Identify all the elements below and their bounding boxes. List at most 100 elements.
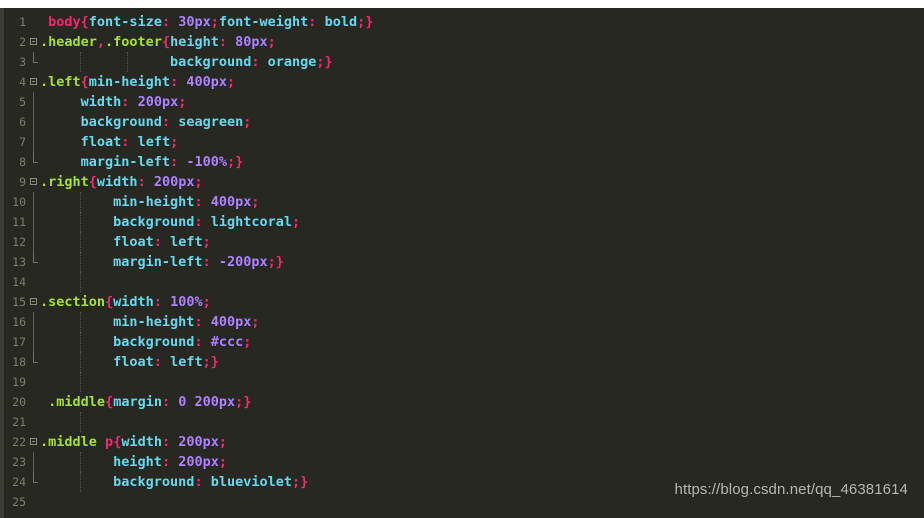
code-line[interactable]: 1 body{font-size: 30px;font-weight: bold… <box>0 12 924 32</box>
code-line-text: min-height: 400px; <box>40 312 259 332</box>
token-num: #ccc <box>210 334 244 350</box>
code-line[interactable]: 6 background: seagreen; <box>0 112 924 132</box>
code-line[interactable]: 17 background: #ccc; <box>0 332 924 352</box>
line-number: 4 <box>19 75 26 89</box>
token-prop: background <box>113 214 195 230</box>
token-punct: ; <box>194 174 203 190</box>
code-line-text: .middle{margin: 0 200px;} <box>40 392 251 412</box>
editor-canvas[interactable]: 1 body{font-size: 30px;font-weight: bold… <box>0 8 924 518</box>
code-line[interactable]: 3 background: orange;} <box>0 52 924 72</box>
fold-collapse-icon[interactable] <box>30 438 37 445</box>
token-punct: , <box>96 34 106 50</box>
code-editor-screenshot: 1 body{font-size: 30px;font-weight: bold… <box>0 0 924 518</box>
code-line[interactable]: 4 .left{min-height: 400px; <box>0 72 924 92</box>
code-line[interactable]: 13 margin-left: -200px;} <box>0 252 924 272</box>
line-number: 8 <box>19 155 26 169</box>
token-prop: float <box>113 354 154 370</box>
code-line-text: body{font-size: 30px;font-weight: bold;} <box>40 12 373 32</box>
token-punct: ; <box>267 34 276 50</box>
token-punct: : <box>161 434 171 450</box>
code-line[interactable]: 12 float: left; <box>0 232 924 252</box>
token-punct: : <box>161 394 171 410</box>
code-line[interactable]: 5 width: 200px; <box>0 92 924 112</box>
code-line[interactable]: 2 .header,.footer{height: 80px; <box>0 32 924 52</box>
token-prop: min-height <box>113 194 195 210</box>
code-line[interactable]: 11 background: lightcoral; <box>0 212 924 232</box>
token-prop: font-weight <box>218 14 309 30</box>
fold-region-bar <box>33 332 34 352</box>
line-number: 18 <box>12 355 26 369</box>
line-number: 19 <box>12 375 26 389</box>
fold-collapse-icon[interactable] <box>30 38 37 45</box>
fold-region-bar <box>33 452 34 472</box>
token-punct: ; <box>210 14 219 30</box>
token-num: 400px <box>210 314 252 330</box>
code-line[interactable]: 14 <box>0 272 924 292</box>
code-line[interactable]: 7 float: left; <box>0 132 924 152</box>
token-prop: width <box>113 294 154 310</box>
token-punct: ;} <box>316 54 333 70</box>
token-prop: margin-left <box>113 254 203 270</box>
code-line-text: background: blueviolet;} <box>40 472 308 492</box>
token-val: bold <box>324 14 358 30</box>
code-line[interactable]: 21 <box>0 412 924 432</box>
token-punct: : <box>153 234 162 250</box>
code-line[interactable]: 8 margin-left: -100%;} <box>0 152 924 172</box>
fold-collapse-icon[interactable] <box>30 78 37 85</box>
token-punct: : <box>218 34 228 50</box>
token-prop: width <box>80 94 122 110</box>
code-line-text: float: left; <box>40 132 179 152</box>
token-num: -100% <box>186 154 227 170</box>
code-content-area[interactable]: 1 body{font-size: 30px;font-weight: bold… <box>0 8 924 518</box>
code-line[interactable]: 23 height: 200px; <box>0 452 924 472</box>
token-element: body <box>48 14 81 30</box>
line-number: 13 <box>12 255 26 269</box>
line-number: 17 <box>12 335 26 349</box>
token-prop: font-size <box>88 14 162 30</box>
code-line[interactable]: 10 min-height: 400px; <box>0 192 924 212</box>
code-line[interactable]: 20 .middle{margin: 0 200px;} <box>0 392 924 412</box>
code-line-text: .header,.footer{height: 80px; <box>40 32 276 52</box>
token-punct: ; <box>218 454 227 470</box>
code-line[interactable]: 18 float: left;} <box>0 352 924 372</box>
token-num: 400px <box>186 74 227 90</box>
token-prop: margin-left <box>80 154 171 170</box>
token-punct: : <box>194 314 203 330</box>
token-punct: : <box>194 334 203 350</box>
token-val: lightcoral <box>210 214 292 230</box>
token-prop: min-height <box>113 314 195 330</box>
fold-collapse-icon[interactable] <box>30 178 37 185</box>
token-punct: { <box>80 14 89 30</box>
token-class: .section <box>40 294 106 310</box>
token-punct: : <box>194 474 203 490</box>
token-val: left <box>137 134 171 150</box>
token-punct: ;} <box>226 154 244 170</box>
line-number: 22 <box>12 435 26 449</box>
token-class: .footer <box>105 34 162 50</box>
code-line[interactable]: 15 .section{width: 100%; <box>0 292 924 312</box>
token-num: 100% <box>170 294 203 310</box>
token-punct: ; <box>243 334 252 350</box>
code-line[interactable]: 19 <box>0 372 924 392</box>
code-line[interactable]: 9 .right{width: 200px; <box>0 172 924 192</box>
fold-collapse-icon[interactable] <box>30 298 37 305</box>
code-line-text: height: 200px; <box>40 452 227 472</box>
line-number: 21 <box>12 415 26 429</box>
fold-region-bar <box>33 112 34 132</box>
code-line[interactable]: 22 .middle p{width: 200px; <box>0 432 924 452</box>
token-prop: width <box>96 174 138 190</box>
token-class: .left <box>40 74 81 90</box>
token-num: 200px <box>137 94 179 110</box>
code-line[interactable]: 16 min-height: 400px; <box>0 312 924 332</box>
